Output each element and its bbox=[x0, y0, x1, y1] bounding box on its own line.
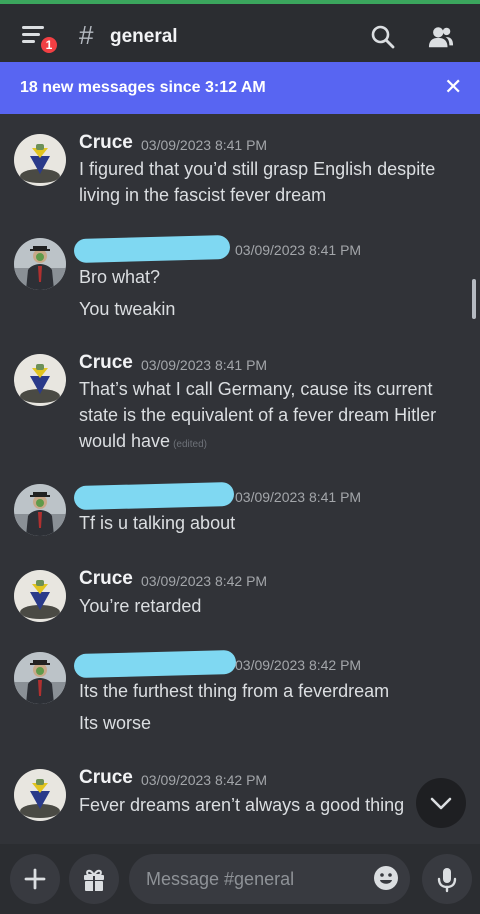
new-messages-text: 18 new messages since 3:12 AM bbox=[20, 79, 266, 96]
new-messages-banner[interactable]: 18 new messages since 3:12 AM ✕ bbox=[0, 62, 480, 114]
plus-icon bbox=[24, 868, 46, 890]
gift-icon bbox=[84, 869, 104, 891]
message-input[interactable] bbox=[129, 854, 410, 904]
hand-flag-avatar[interactable] bbox=[14, 354, 66, 406]
emoji-icon[interactable] bbox=[372, 864, 400, 892]
message-author[interactable]: Cruce bbox=[79, 352, 133, 374]
channel-hash-icon: # bbox=[79, 20, 94, 50]
message-text: Its the furthest thing from a feverdream bbox=[79, 681, 390, 701]
hand-flag-avatar[interactable] bbox=[14, 769, 66, 821]
gift-nitro-button[interactable] bbox=[69, 854, 119, 904]
message-text: Its worse bbox=[79, 713, 152, 733]
message-author[interactable]: Cruce bbox=[79, 767, 133, 789]
channel-title[interactable]: general bbox=[110, 26, 178, 48]
close-icon[interactable]: ✕ bbox=[444, 76, 462, 98]
man-in-suit-avatar[interactable] bbox=[14, 484, 66, 536]
message-timestamp: 03/09/2023 8:41 PM bbox=[141, 357, 268, 373]
search-icon[interactable] bbox=[370, 24, 396, 50]
mic-icon bbox=[437, 868, 457, 893]
hand-flag-avatar[interactable] bbox=[14, 134, 66, 186]
message-timestamp: 03/09/2023 8:41 PM bbox=[235, 242, 362, 258]
message-text: You tweakin bbox=[79, 299, 176, 319]
message-timestamp: 03/09/2023 8:42 PM bbox=[235, 657, 362, 673]
notification-badge: 1 bbox=[39, 35, 59, 55]
message-timestamp: 03/09/2023 8:41 PM bbox=[141, 137, 268, 153]
message-feed[interactable]: Cruce 03/09/2023 8:41 PM I figured that … bbox=[0, 114, 480, 844]
edited-label: (edited) bbox=[173, 439, 207, 450]
hand-flag-avatar[interactable] bbox=[14, 570, 66, 622]
man-in-suit-avatar[interactable] bbox=[14, 652, 66, 704]
voice-message-button[interactable] bbox=[422, 854, 472, 904]
members-icon[interactable] bbox=[428, 24, 454, 50]
scrollbar-thumb[interactable] bbox=[472, 279, 476, 319]
message-text: I figured that you’d still grasp English… bbox=[79, 159, 436, 179]
message-text: You’re retarded bbox=[79, 596, 202, 616]
message-text: living in the fascist fever dream bbox=[79, 185, 327, 205]
message-text: Tf is u talking about bbox=[79, 513, 236, 533]
message-timestamp: 03/09/2023 8:41 PM bbox=[235, 489, 362, 505]
message-text: That’s what I call Germany, cause its cu… bbox=[79, 379, 433, 399]
jump-to-bottom-button[interactable] bbox=[416, 778, 466, 828]
redacted-author-name bbox=[73, 649, 237, 679]
message-text: Bro what? bbox=[79, 267, 161, 287]
man-in-suit-avatar[interactable] bbox=[14, 238, 66, 290]
message-text-edited: would have (edited) bbox=[79, 431, 207, 452]
chevron-down-icon bbox=[430, 797, 452, 810]
message-composer bbox=[0, 844, 480, 914]
redacted-author-name bbox=[73, 481, 235, 511]
message-text: state is the equivalent of a fever dream… bbox=[79, 405, 437, 425]
add-attachment-button[interactable] bbox=[10, 854, 60, 904]
channel-header: 1 # general bbox=[0, 4, 480, 62]
message-author[interactable]: Cruce bbox=[79, 132, 133, 154]
message-timestamp: 03/09/2023 8:42 PM bbox=[141, 772, 268, 788]
message-text: Fever dreams aren’t always a good thing bbox=[79, 795, 405, 815]
redacted-author-name bbox=[73, 234, 231, 264]
message-author[interactable]: Cruce bbox=[79, 568, 133, 590]
message-timestamp: 03/09/2023 8:42 PM bbox=[141, 573, 268, 589]
message-text: would have bbox=[79, 431, 171, 451]
